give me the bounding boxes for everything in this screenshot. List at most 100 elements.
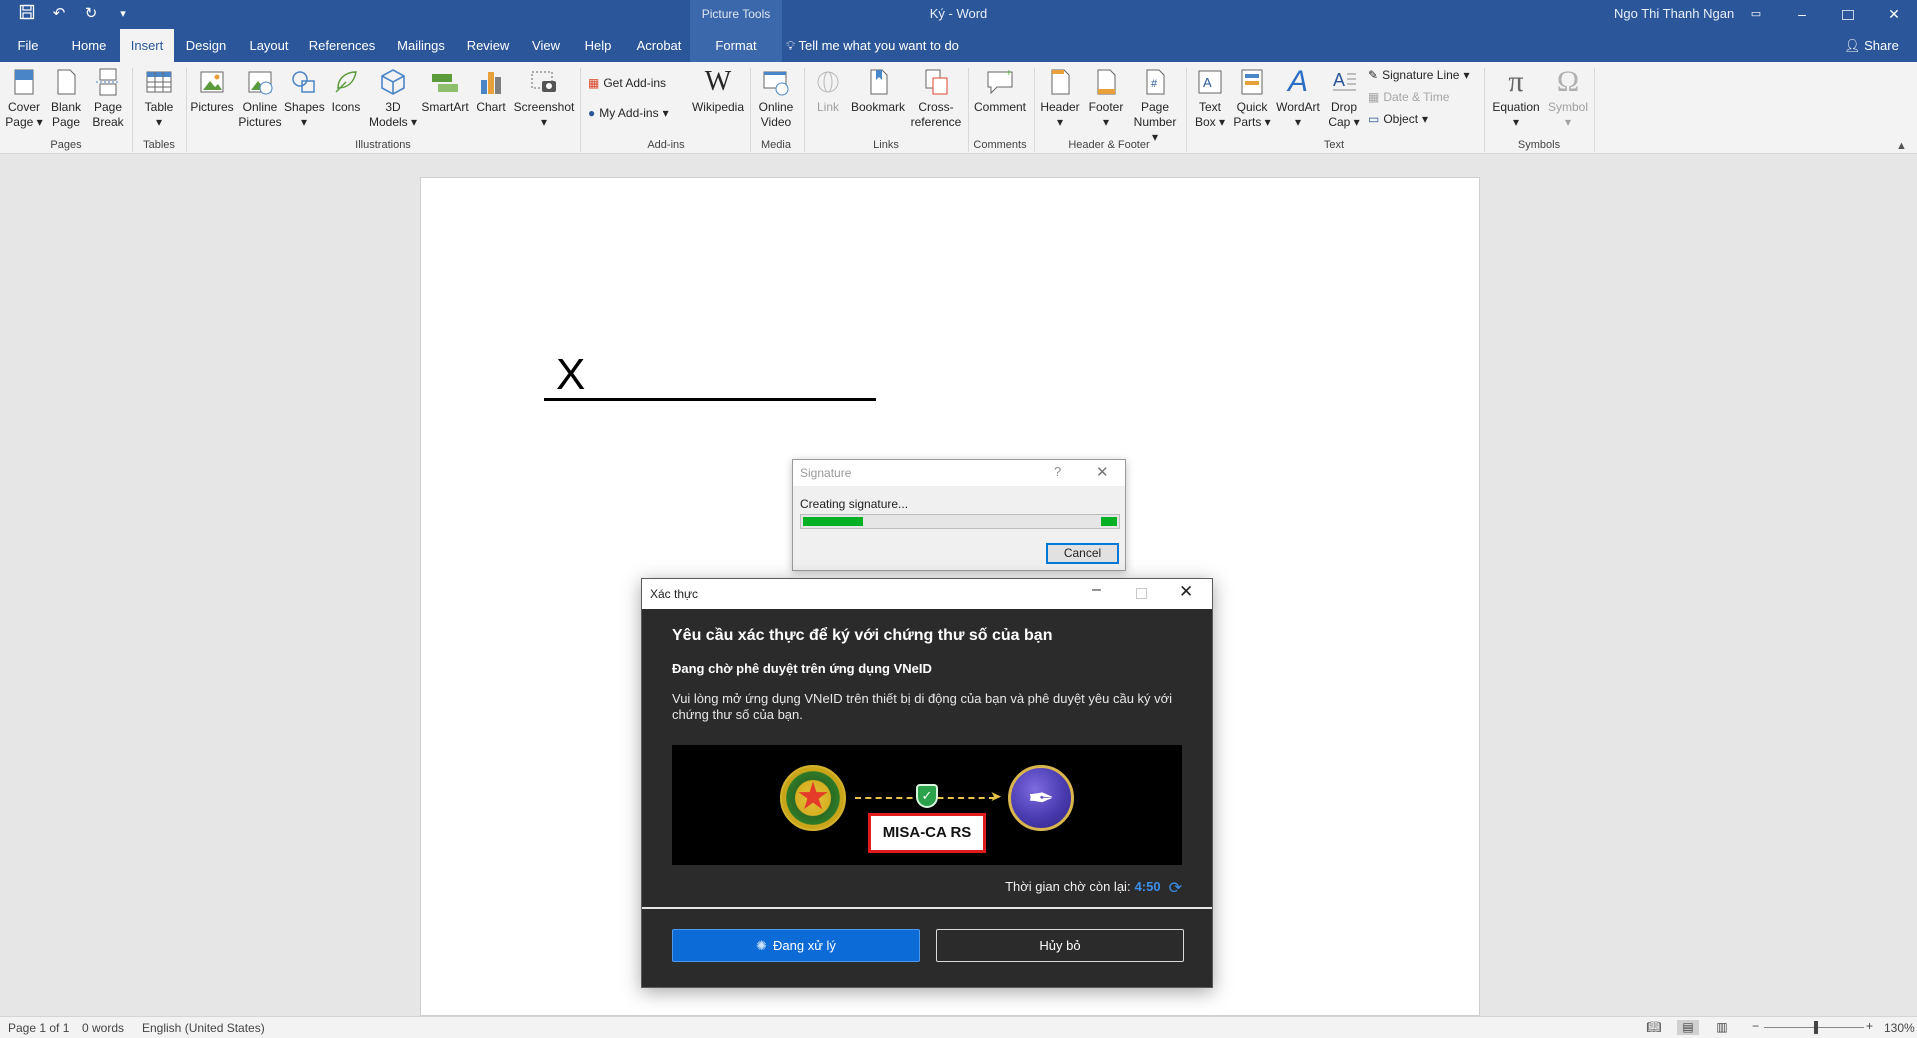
help-icon[interactable]: ? bbox=[1054, 464, 1061, 479]
blank-page-button[interactable]: Blank Page bbox=[48, 66, 84, 130]
close-icon[interactable]: ✕ bbox=[1179, 582, 1193, 602]
close-icon[interactable]: ✕ bbox=[1871, 0, 1917, 29]
group-label-header-footer: Header & Footer bbox=[1068, 139, 1150, 151]
wordart-label: WordArt bbox=[1276, 100, 1320, 114]
signature-cancel-button[interactable]: Cancel bbox=[1046, 543, 1119, 564]
bookmark-button[interactable]: Bookmark bbox=[850, 66, 906, 115]
page-number-button[interactable]: # Page Number ▾ bbox=[1130, 66, 1180, 145]
word-count[interactable]: 0 words bbox=[82, 1021, 124, 1035]
tab-help[interactable]: Help bbox=[578, 29, 618, 62]
star-icon: ★ bbox=[795, 776, 831, 818]
zoom-level[interactable]: 130% bbox=[1884, 1021, 1915, 1035]
tell-me-search[interactable]: 💡︎ Tell me what you want to do bbox=[786, 29, 959, 62]
maximize-icon[interactable] bbox=[1136, 588, 1147, 599]
tab-insert[interactable]: Insert bbox=[120, 29, 174, 62]
signature-line-button[interactable]: ✎ Signature Line ▾ bbox=[1368, 68, 1469, 82]
quill-logo: ✒ bbox=[1008, 765, 1074, 831]
table-label: Table bbox=[144, 100, 174, 114]
page-break-button[interactable]: Page Break bbox=[90, 66, 126, 130]
tab-design[interactable]: Design bbox=[180, 29, 232, 62]
ribbon-display-icon[interactable]: ▭ bbox=[1733, 0, 1779, 29]
tab-file[interactable]: File bbox=[8, 29, 48, 62]
tab-references[interactable]: References bbox=[306, 29, 378, 62]
drop-cap-button[interactable]: A Drop Cap ▾ bbox=[1324, 66, 1364, 130]
tab-view[interactable]: View bbox=[526, 29, 566, 62]
save-icon[interactable] bbox=[16, 4, 38, 24]
signature-line-icon: ✎ bbox=[1368, 68, 1379, 82]
chart-button[interactable]: Chart bbox=[472, 66, 510, 115]
online-pictures-button[interactable]: Online Pictures bbox=[238, 66, 282, 130]
status-bar: Page 1 of 1 0 words English (United Stat… bbox=[0, 1016, 1917, 1038]
minimize-icon[interactable]: – bbox=[1092, 581, 1101, 599]
zoom-slider-thumb[interactable] bbox=[1814, 1021, 1818, 1034]
tab-acrobat[interactable]: Acrobat bbox=[630, 29, 688, 62]
restore-icon[interactable] bbox=[1825, 0, 1871, 29]
wikipedia-button[interactable]: W Wikipedia bbox=[690, 66, 746, 115]
read-mode-icon[interactable]: 📖︎ bbox=[1643, 1020, 1665, 1035]
signature-line-x[interactable]: X bbox=[556, 350, 585, 400]
tab-home[interactable]: Home bbox=[66, 29, 112, 62]
zoom-out-icon[interactable]: − bbox=[1752, 1019, 1759, 1033]
customize-icon[interactable]: ▾ bbox=[112, 4, 134, 24]
smartart-button[interactable]: SmartArt bbox=[420, 66, 470, 115]
page-number-icon: # bbox=[1146, 69, 1165, 95]
footer-button[interactable]: Footer ▾ bbox=[1084, 66, 1128, 130]
tab-review[interactable]: Review bbox=[464, 29, 512, 62]
object-button[interactable]: ▭ Object ▾ bbox=[1368, 112, 1428, 126]
online-video-button[interactable]: Online Video bbox=[754, 66, 798, 130]
chart-icon bbox=[481, 72, 501, 94]
group-label-addins: Add-ins bbox=[647, 139, 685, 151]
signature-line[interactable] bbox=[544, 398, 876, 401]
page-count[interactable]: Page 1 of 1 bbox=[8, 1021, 69, 1035]
link-label: Link bbox=[816, 100, 839, 114]
cross-reference-button[interactable]: Cross-reference bbox=[908, 66, 964, 130]
text-box-button[interactable]: A Text Box ▾ bbox=[1190, 66, 1230, 130]
refresh-icon[interactable]: ⟳ bbox=[1169, 878, 1182, 898]
drop-cap-label-2: Cap bbox=[1328, 115, 1351, 129]
comment-button[interactable]: + Comment bbox=[972, 66, 1028, 115]
symbol-button[interactable]: Ω Symbol ▾ bbox=[1546, 66, 1590, 130]
screenshot-icon bbox=[531, 71, 556, 92]
group-divider bbox=[1484, 68, 1485, 152]
3d-models-button[interactable]: 3D Models ▾ bbox=[368, 66, 418, 130]
group-divider bbox=[968, 68, 969, 152]
tab-layout[interactable]: Layout bbox=[243, 29, 295, 62]
web-layout-icon[interactable]: ▥ bbox=[1711, 1020, 1733, 1035]
language[interactable]: English (United States) bbox=[142, 1021, 265, 1035]
shapes-button[interactable]: Shapes ▾ bbox=[284, 66, 325, 130]
cube-icon bbox=[381, 69, 405, 95]
wikipedia-icon: W bbox=[704, 66, 732, 97]
quick-parts-button[interactable]: Quick Parts ▾ bbox=[1232, 66, 1272, 130]
table-button[interactable]: Table ▾ bbox=[140, 66, 178, 130]
spinner-icon: ✺ bbox=[756, 938, 767, 953]
pictures-button[interactable]: Pictures bbox=[190, 66, 234, 115]
link-button[interactable]: Link bbox=[808, 66, 848, 115]
tab-mailings[interactable]: Mailings bbox=[390, 29, 452, 62]
close-icon[interactable]: ✕ bbox=[1096, 463, 1109, 481]
date-time-button[interactable]: ▦ Date & Time bbox=[1368, 90, 1449, 104]
print-layout-icon[interactable]: ▤ bbox=[1677, 1020, 1699, 1035]
processing-button[interactable]: ✺ Đang xử lý bbox=[672, 929, 920, 962]
my-addins-button[interactable]: ● My Add-ins ▾ bbox=[588, 106, 669, 120]
zoom-in-icon[interactable]: + bbox=[1866, 1019, 1873, 1033]
quick-access-toolbar: ↶ ↻ ▾ bbox=[16, 4, 134, 24]
collapse-ribbon-icon[interactable]: ▲ bbox=[1896, 140, 1907, 152]
redo-icon[interactable]: ↻ bbox=[80, 4, 102, 24]
undo-icon[interactable]: ↶ bbox=[48, 4, 70, 24]
signature-status: Creating signature... bbox=[800, 497, 909, 511]
cover-page-button[interactable]: Cover Page ▾ bbox=[4, 66, 44, 130]
date-time-label: Date & Time bbox=[1383, 90, 1450, 104]
user-name[interactable]: Ngo Thi Thanh Ngan bbox=[1614, 0, 1734, 28]
wordart-button[interactable]: A WordArt ▾ bbox=[1274, 66, 1322, 130]
pi-icon: π bbox=[1508, 65, 1524, 98]
icons-button[interactable]: Icons bbox=[328, 66, 364, 115]
screenshot-button[interactable]: Screenshot ▾ bbox=[512, 66, 576, 130]
equation-button[interactable]: π Equation ▾ bbox=[1488, 66, 1544, 130]
cancel-button[interactable]: Hủy bỏ bbox=[936, 929, 1184, 962]
tab-format[interactable]: Format bbox=[690, 29, 782, 62]
share-button[interactable]: 👤︎ Share bbox=[1844, 29, 1899, 62]
signature-progress-bar bbox=[800, 514, 1120, 529]
header-button[interactable]: Header ▾ bbox=[1038, 66, 1082, 130]
get-addins-button[interactable]: ▦ Get Add-ins bbox=[588, 76, 666, 90]
minimize-icon[interactable]: – bbox=[1779, 0, 1825, 29]
